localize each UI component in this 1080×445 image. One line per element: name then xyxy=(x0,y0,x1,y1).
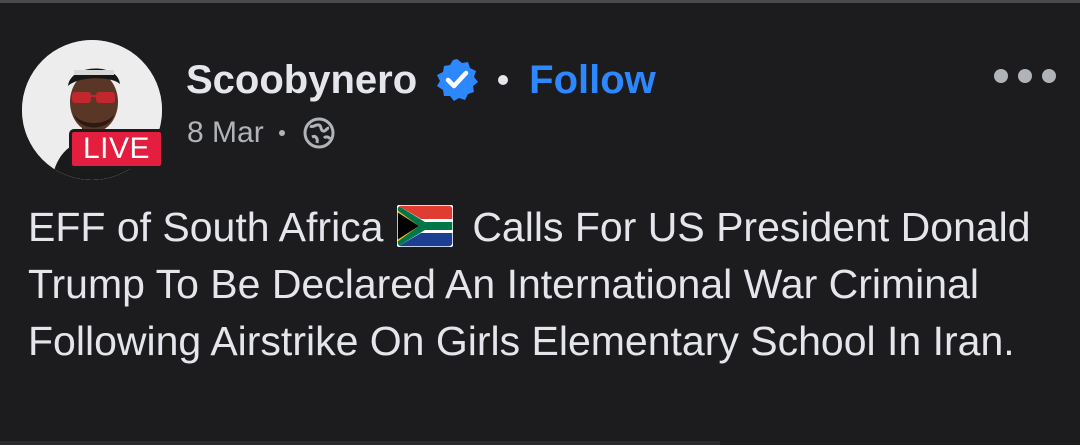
more-options-icon[interactable] xyxy=(994,61,1056,91)
live-badge: LIVE xyxy=(69,129,164,169)
more-dot xyxy=(994,69,1008,83)
globe-icon[interactable] xyxy=(302,116,336,150)
more-dot xyxy=(1018,69,1032,83)
post-body: EFF of South Africa Calls For US Preside… xyxy=(28,199,1068,370)
post-meta: 8 Mar xyxy=(187,113,336,153)
author-name[interactable]: Scoobynero xyxy=(186,58,417,103)
post-date[interactable]: 8 Mar xyxy=(187,116,264,150)
verified-badge-icon xyxy=(434,57,480,103)
more-dot xyxy=(1042,69,1056,83)
south-africa-flag-icon xyxy=(396,204,454,248)
meta-separator-dot xyxy=(278,130,285,136)
post-text-part-1: EFF of South Africa xyxy=(28,204,384,250)
follow-button[interactable]: Follow xyxy=(529,58,656,103)
separator-dot xyxy=(498,75,509,85)
post-header: Scoobynero Follow xyxy=(186,55,656,105)
post-card: LIVE Scoobynero Follow 8 Mar EFF of Sout… xyxy=(0,3,1080,445)
